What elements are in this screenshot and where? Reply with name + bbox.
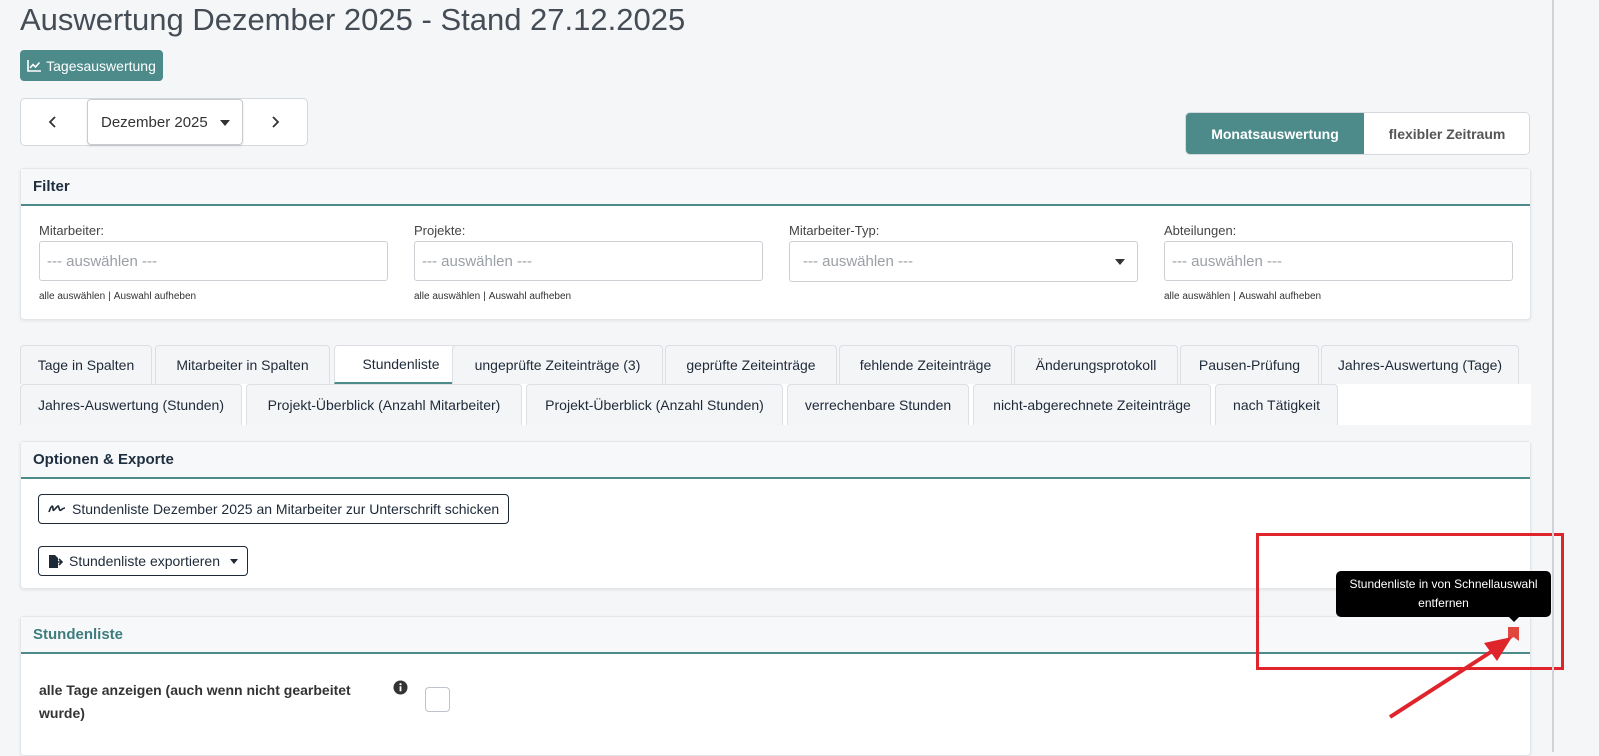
scrollbar[interactable] bbox=[1552, 0, 1554, 752]
annotation-arrow bbox=[1388, 637, 1512, 719]
